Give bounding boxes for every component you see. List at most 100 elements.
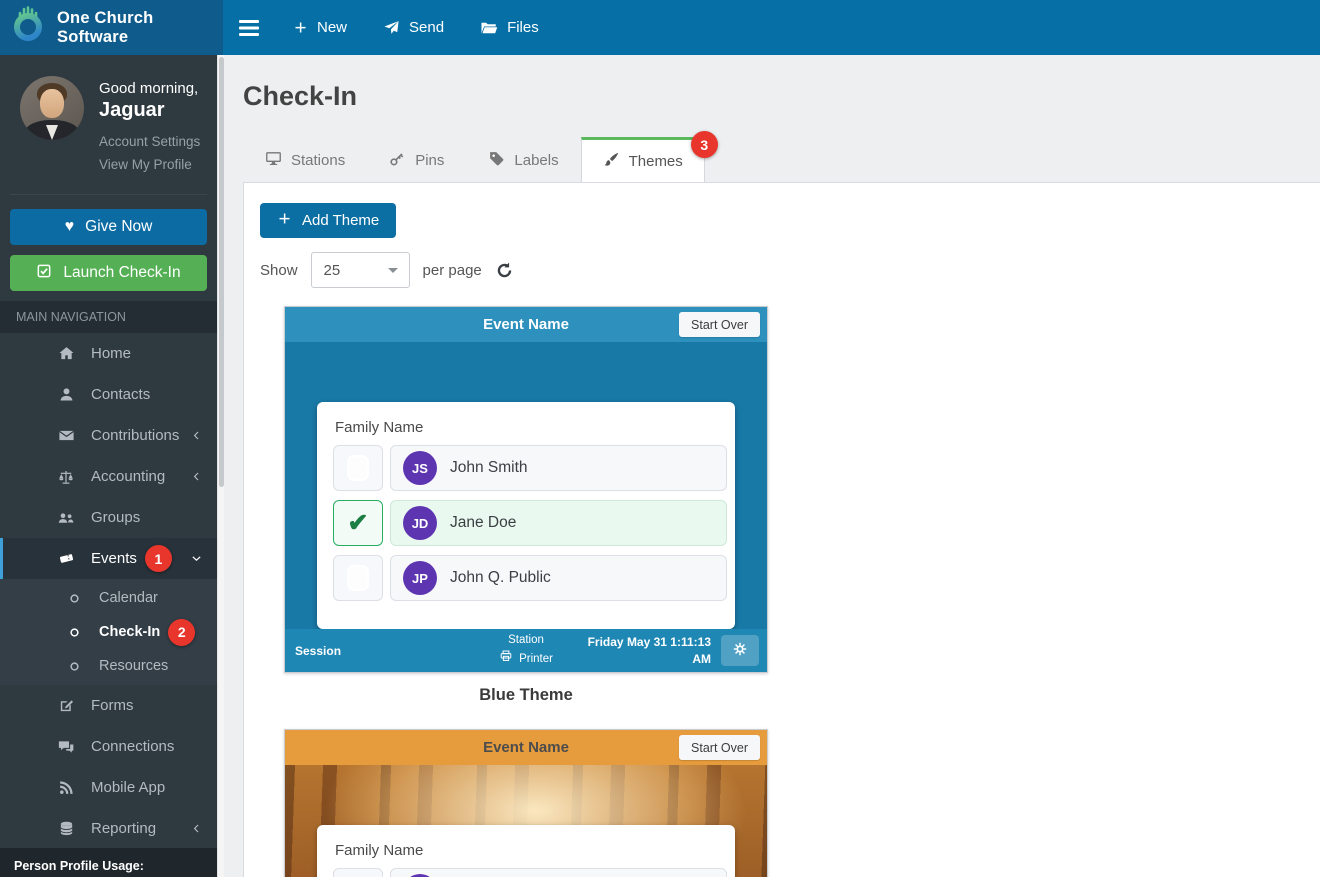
divider <box>10 194 207 195</box>
member-row: ✔ JD Jane Doe <box>333 500 727 546</box>
database-icon <box>55 820 77 837</box>
start-over-button[interactable]: Start Over <box>679 735 760 760</box>
family-name-label: Family Name <box>335 842 424 859</box>
topbar-item-label: Files <box>507 19 539 36</box>
user-profile: Good morning, Jaguar Account Settings Vi… <box>0 55 217 184</box>
chevron-down-icon <box>190 552 203 565</box>
paper-plane-icon <box>383 19 400 36</box>
member-pill[interactable]: JD Jane Doe <box>390 500 727 546</box>
checkbox-inner <box>347 455 369 481</box>
member-avatar: JP <box>403 561 437 595</box>
view-profile-link[interactable]: View My Profile <box>99 157 200 172</box>
member-row: JSJohn Smith <box>333 445 727 491</box>
sidebar-item-home[interactable]: Home <box>0 333 217 374</box>
sidebar-item-resources[interactable]: Resources <box>0 649 217 683</box>
topbar-item-send[interactable]: Send <box>365 0 462 55</box>
circle-icon <box>63 592 85 605</box>
tab-themes[interactable]: Themes 3 <box>580 131 718 182</box>
sidebar-item-label: Connections <box>91 738 175 755</box>
member-row: JP John Q. Public <box>333 555 727 601</box>
sidebar-item-label: Calendar <box>99 590 158 606</box>
tab-pins[interactable]: Pins <box>367 137 466 182</box>
launch-checkin-button[interactable]: Launch Check-In <box>10 255 207 291</box>
brand: One Church Software <box>0 0 223 55</box>
plus-icon <box>293 20 308 35</box>
sidebar-item-events[interactable]: Events 1 <box>0 538 217 579</box>
per-page-select[interactable]: 25 <box>310 252 410 288</box>
add-theme-button[interactable]: Add Theme <box>260 203 397 238</box>
member-name: John Q. Public <box>450 569 551 586</box>
comments-icon <box>55 738 77 756</box>
footer-datetime: Friday May 31 1:11:13 AM <box>587 635 711 666</box>
member-checkbox[interactable] <box>333 445 383 491</box>
account-settings-link[interactable]: Account Settings <box>99 134 200 149</box>
circle-icon <box>63 660 85 673</box>
events-submenu: Calendar Check-In 2 Resources <box>0 579 217 685</box>
member-row: JSJohn Smith <box>333 868 727 877</box>
notification-badge: 3 <box>690 131 718 158</box>
hamburger-menu-icon[interactable] <box>223 0 275 55</box>
chevron-left-icon <box>190 429 203 442</box>
sidebar-item-label: Forms <box>91 697 134 714</box>
tab-bar: Stations Pins Labels Themes 3 <box>243 131 718 182</box>
member-pill[interactable]: JP John Q. Public <box>390 555 727 601</box>
page-title: Check-In <box>243 81 358 111</box>
sidebar-item-contributions[interactable]: Contributions <box>0 415 217 456</box>
tab-labels[interactable]: Labels <box>466 137 580 182</box>
tab-stations[interactable]: Stations <box>243 137 367 182</box>
theme-card-grid: Event Name Start Over Family Name JS John Sm… <box>284 306 1320 877</box>
refresh-icon[interactable] <box>495 261 514 280</box>
give-now-button[interactable]: ♥ Give Now <box>10 209 207 245</box>
greeting-text: Good morning, <box>99 80 199 97</box>
family-card: Family Name JS John Smith ✔ JD Jane Doe JP John… <box>317 402 735 629</box>
brand-logo-icon <box>11 5 47 50</box>
usage-label: Person Profile Usage: <box>14 859 144 873</box>
sidebar-item-check-in[interactable]: Check-In 2 <box>0 615 217 649</box>
member-name: Jane Doe <box>450 514 517 531</box>
show-label: Show <box>260 261 298 279</box>
member-avatar: JS <box>403 451 437 485</box>
family-name-label: Family Name <box>335 419 424 436</box>
circle-icon <box>63 626 85 639</box>
sidebar-item-forms[interactable]: Forms <box>0 685 217 726</box>
member-rows: JS John Smith ✔ JD Jane Doe JP John Q. Public <box>333 445 727 601</box>
sidebar-item-reporting[interactable]: Reporting <box>0 808 217 849</box>
sidebar-item-mobile-app[interactable]: Mobile App <box>0 767 217 808</box>
scales-icon <box>55 468 77 486</box>
chevron-left-icon <box>190 822 203 835</box>
notification-badge: 1 <box>144 545 172 572</box>
topbar-item-new[interactable]: New <box>275 0 365 55</box>
sidebar-item-label: Check-In <box>99 624 161 640</box>
topbar-item-files[interactable]: Files <box>462 0 557 55</box>
footer-printer-label: Printer <box>499 649 553 669</box>
theme-preview-body: Family Name JSJohn Smith✔ JD Jane Doe JP John… <box>285 342 767 629</box>
settings-gear-button[interactable] <box>721 635 759 666</box>
chevron-left-icon <box>190 470 203 483</box>
member-pill[interactable]: JSJohn Smith <box>390 445 727 491</box>
sidebar-item-groups[interactable]: Groups <box>0 497 217 538</box>
theme-preview-footer: Session Station Printer Friday May 31 1:11:… <box>285 629 767 672</box>
member-checkbox[interactable] <box>333 868 383 877</box>
sidebar-scrollbar[interactable] <box>217 55 224 877</box>
ticket-icon <box>55 550 77 567</box>
member-pill[interactable]: JSJohn Smith <box>390 868 727 877</box>
sidebar-item-accounting[interactable]: Accounting <box>0 456 217 497</box>
sidebar-item-label: Contacts <box>91 386 151 403</box>
tab-label: Themes <box>628 152 683 170</box>
brand-name: One Church Software <box>57 8 154 46</box>
user-icon <box>55 386 77 403</box>
sidebar-item-label: Mobile App <box>91 779 166 796</box>
edit-icon <box>55 697 77 714</box>
sidebar-item-calendar[interactable]: Calendar <box>0 581 217 615</box>
notification-badge: 2 <box>168 618 196 646</box>
plus-icon <box>277 211 292 230</box>
member-checkbox[interactable] <box>333 555 383 601</box>
start-over-button[interactable]: Start Over <box>679 312 760 337</box>
theme-preview-body: Family NameJSJohn Smith✔JDJane DoeJPJohn… <box>285 765 767 877</box>
sidebar-item-contacts[interactable]: Contacts <box>0 374 217 415</box>
member-avatar: JD <box>403 506 437 540</box>
sidebar: Good morning, Jaguar Account Settings Vi… <box>0 55 217 877</box>
sidebar-item-connections[interactable]: Connections <box>0 726 217 767</box>
check-square-icon <box>36 263 52 284</box>
member-checkbox[interactable]: ✔ <box>333 500 383 546</box>
